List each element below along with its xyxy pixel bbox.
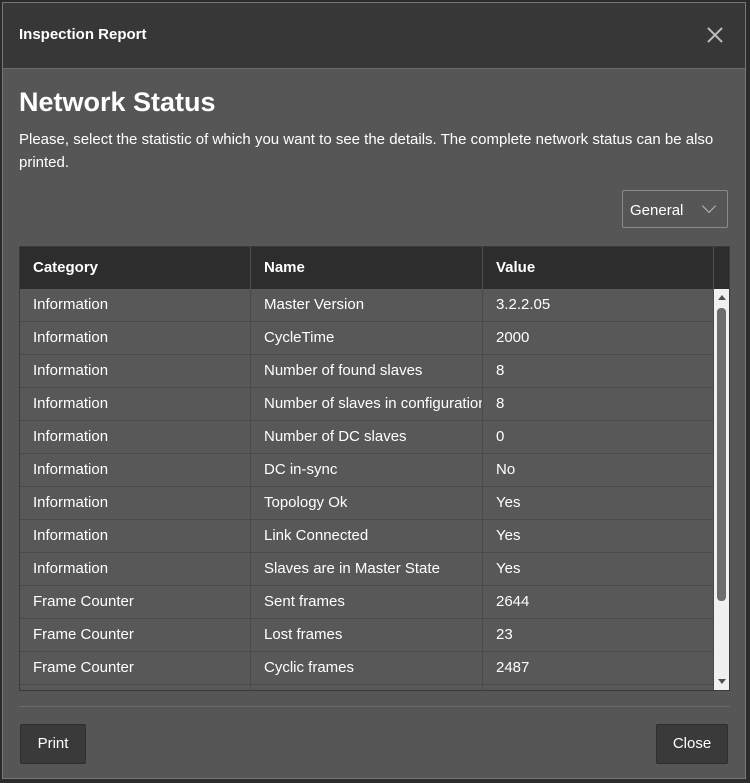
cell-value: Yes [483,520,714,553]
scroll-up-icon[interactable] [718,295,726,300]
page-description: Please, select the statistic of which yo… [19,131,714,171]
scroll-corner [714,247,729,289]
table-row[interactable]: Frame Counter Cyclic frames 2487 [20,652,714,685]
statistic-select-value: General [630,202,684,219]
cell-value [483,685,714,690]
table-row[interactable]: Information Link Connected Yes [20,520,714,553]
page-title: Network Status [19,87,216,117]
cell-name: Topology Ok [251,487,483,520]
cell-category: Frame Counter [20,619,251,652]
network-status-table: Category Name Value Information Master V… [19,246,730,691]
cell-name: Link Connected [251,520,483,553]
table-row[interactable]: Information Number of slaves in configur… [20,388,714,421]
cell-name: Slaves are in Master State [251,553,483,586]
cell-name: Number of slaves in configuration [251,388,483,421]
cell-category: Information [20,322,251,355]
close-button[interactable]: Close [656,724,728,764]
cell-category: Information [20,421,251,454]
footer-divider [19,706,730,707]
table-row[interactable]: Information DC in-sync No [20,454,714,487]
cell-value: No [483,454,714,487]
table-body: Information Master Version 3.2.2.05 Info… [20,289,714,690]
cell-name: Cyclic frames [251,652,483,685]
cell-value: 2000 [483,322,714,355]
cell-name: Number of found slaves [251,355,483,388]
cell-category [20,685,251,690]
cell-category: Information [20,355,251,388]
table-row[interactable]: Information Master Version 3.2.2.05 [20,289,714,322]
cell-value: 8 [483,388,714,421]
cell-category: Frame Counter [20,652,251,685]
cell-name: Number of DC slaves [251,421,483,454]
cell-category: Information [20,388,251,421]
dialog-titlebar: Inspection Report [3,3,745,69]
close-icon[interactable] [705,25,725,45]
table-row[interactable]: Information Number of found slaves 8 [20,355,714,388]
cell-value: Yes [483,553,714,586]
inspection-report-dialog: Inspection Report Network Status Please,… [2,2,746,779]
chevron-down-icon [701,198,717,214]
table-header: Category Name Value [20,247,714,289]
cell-name: Lost frames [251,619,483,652]
print-button[interactable]: Print [20,724,86,764]
cell-value: 8 [483,355,714,388]
cell-name: DC in-sync [251,454,483,487]
table-row[interactable]: Frame Counter Lost frames 23 [20,619,714,652]
cell-category: Frame Counter [20,586,251,619]
table-row[interactable]: Frame Counter Sent frames 2644 [20,586,714,619]
cell-category: Information [20,487,251,520]
cell-name: CycleTime [251,322,483,355]
cell-value: 23 [483,619,714,652]
table-scrollbar[interactable] [714,289,729,690]
cell-name: Master Version [251,289,483,322]
statistic-select[interactable]: General [622,190,728,228]
cell-category: Information [20,520,251,553]
cell-value: 2487 [483,652,714,685]
table-row[interactable]: Information CycleTime 2000 [20,322,714,355]
cell-category: Information [20,289,251,322]
column-header-value[interactable]: Value [483,247,714,289]
cell-name [251,685,483,690]
column-header-name[interactable]: Name [251,247,483,289]
dialog-title: Inspection Report [19,26,147,43]
table-row[interactable]: Information Slaves are in Master State Y… [20,553,714,586]
table-row[interactable] [20,685,714,690]
scroll-down-icon[interactable] [718,679,726,684]
table-row[interactable]: Information Number of DC slaves 0 [20,421,714,454]
column-header-category[interactable]: Category [20,247,251,289]
table-row[interactable]: Information Topology Ok Yes [20,487,714,520]
cell-value: 0 [483,421,714,454]
cell-value: Yes [483,487,714,520]
cell-value: 2644 [483,586,714,619]
cell-name: Sent frames [251,586,483,619]
cell-value: 3.2.2.05 [483,289,714,322]
scrollbar-thumb[interactable] [717,308,726,601]
cell-category: Information [20,454,251,487]
cell-category: Information [20,553,251,586]
